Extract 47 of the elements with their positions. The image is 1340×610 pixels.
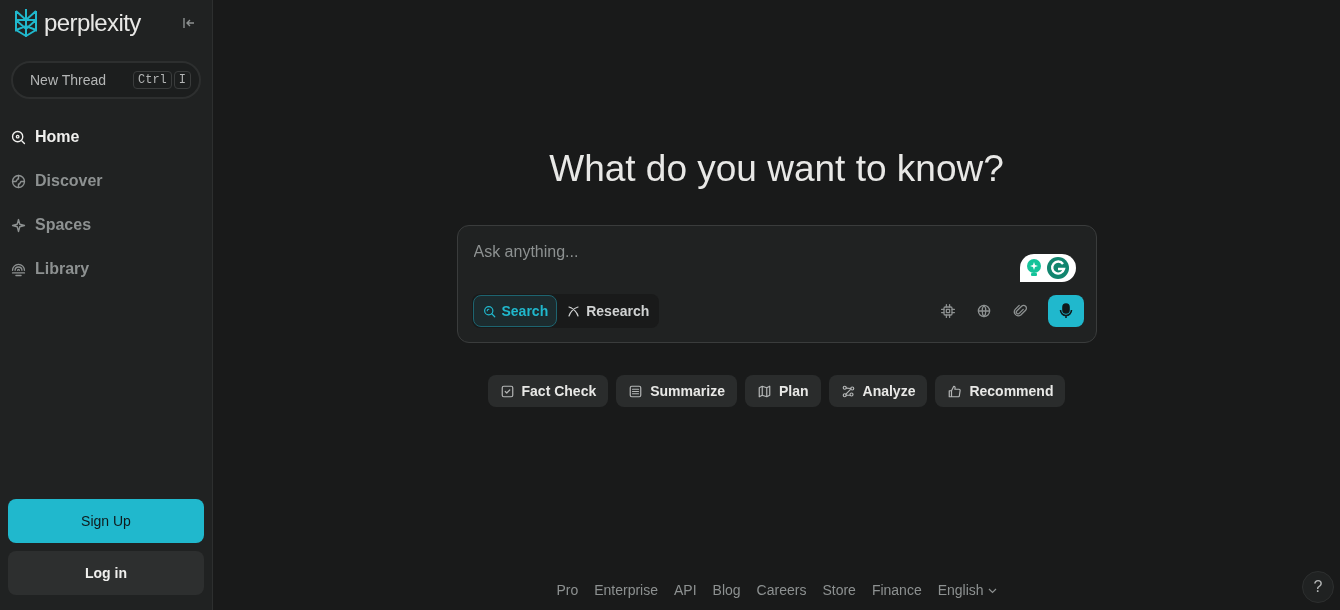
sidebar-nav-item[interactable]: Discover [8,165,204,197]
footer-link[interactable]: Blog [712,580,741,601]
suggestion-button[interactable]: Plan [744,375,821,407]
microphone-icon [1058,303,1073,319]
sidebar-nav-item[interactable]: Spaces [8,209,204,241]
keyboard-key: I [173,71,191,89]
log-in-button[interactable]: Log in [8,551,204,595]
magnifier-icon [10,128,27,146]
footer-link[interactable]: Store [822,580,856,601]
map-icon [756,383,772,399]
mode-tab[interactable]: Search [472,295,558,327]
footer-link[interactable]: Careers [756,580,807,601]
checkbox-icon [499,383,515,399]
search-icon [481,303,497,319]
keyboard-key: Ctrl [133,71,172,89]
footer-link[interactable]: Pro [556,580,579,601]
globe-icon [10,172,27,190]
suggestion-button[interactable]: Recommend [935,375,1066,407]
voice-input-button[interactable] [1047,295,1084,327]
page-heading: What do you want to know? [549,150,1004,187]
footer-link[interactable]: Finance [871,580,922,601]
crossed-lines-icon [566,303,582,319]
thumbs-up-icon [947,383,963,399]
footer-link[interactable]: API [674,580,697,601]
suggestion-button[interactable]: Summarize [616,375,737,407]
collapse-sidebar-icon[interactable] [182,15,196,30]
connected-nodes-icon [840,383,856,399]
new-thread-button[interactable]: New Thread Ctrl I [11,61,201,99]
sign-up-button[interactable]: Sign Up [8,499,204,543]
globe-icon[interactable] [975,303,992,319]
mode-tab[interactable]: Research [557,295,659,327]
writing-assistant-badge[interactable] [1019,254,1076,282]
logo-icon [12,6,40,39]
sparkle-icon [10,216,27,234]
help-button[interactable]: ? [1302,571,1334,603]
suggestion-button[interactable]: Analyze [828,375,928,407]
sidebar-nav-item[interactable]: Library [8,253,204,285]
document-lines-icon [628,383,644,399]
chip-icon[interactable] [939,303,956,319]
paperclip-icon[interactable] [1011,303,1028,319]
ask-input-field[interactable]: Ask anything... [471,240,992,264]
sidebar-nav-item[interactable]: Home [8,121,204,153]
chevron-down-icon [987,587,997,594]
language-selector[interactable]: English [937,580,997,601]
footer-link[interactable]: Enterprise [594,580,658,601]
logo-wordmark: perplexity [44,10,141,35]
suggestion-button[interactable]: Fact Check [487,375,609,407]
